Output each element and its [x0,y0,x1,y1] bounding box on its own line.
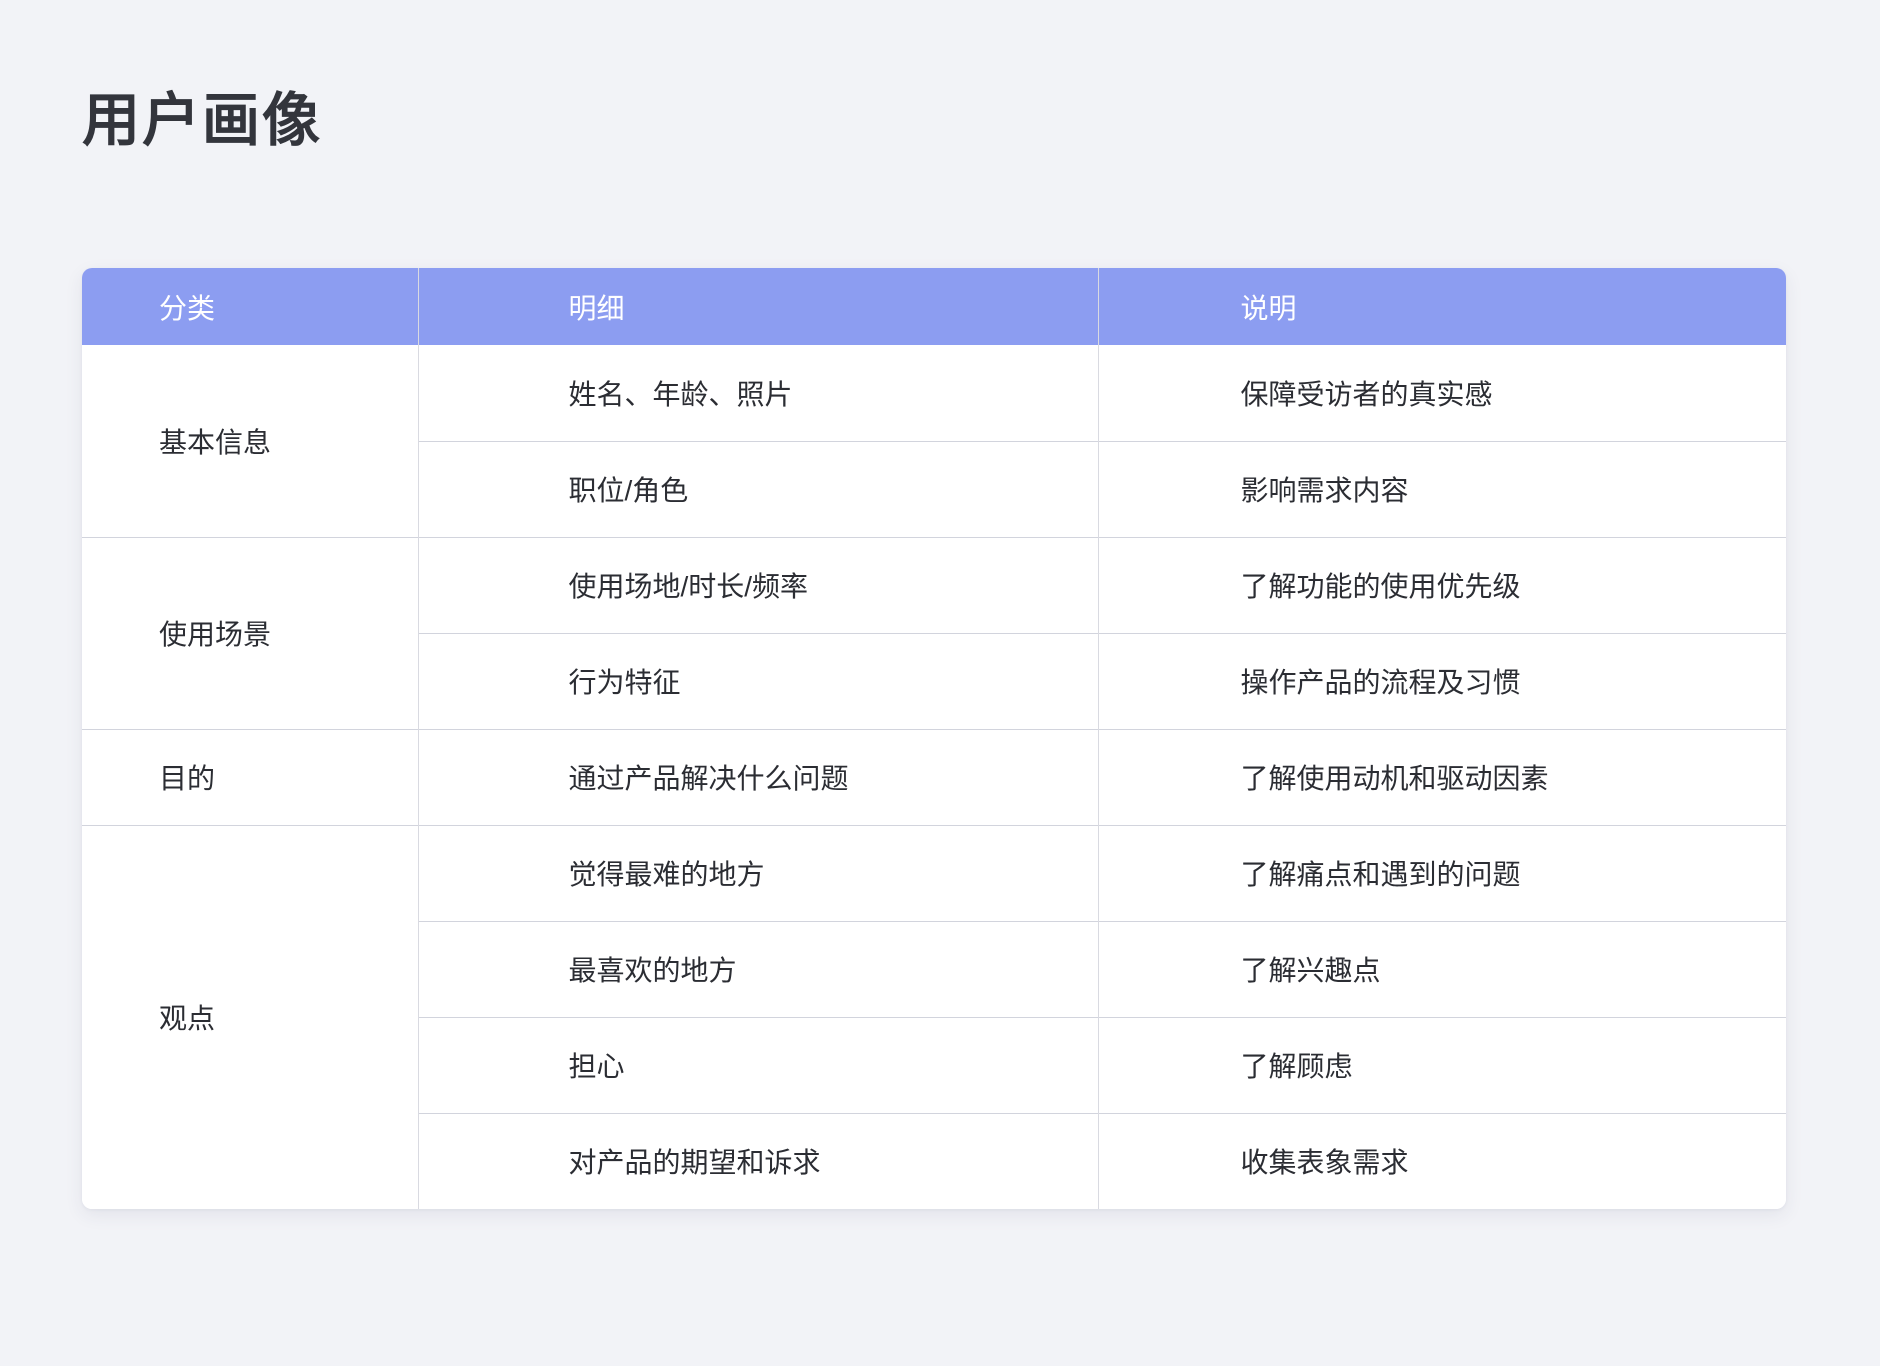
table-body: 基本信息 姓名、年龄、照片 保障受访者的真实感 职位/角色 影响需求内容 使用场… [82,345,1786,1209]
detail-cell: 通过产品解决什么问题 [418,729,1098,825]
table-row: 基本信息 姓名、年龄、照片 保障受访者的真实感 [82,345,1786,441]
category-cell: 观点 [82,825,418,1209]
page-content: 用户画像 分类 明细 说明 基本信息 姓名、年龄、照片 保障受访 [0,92,1880,1209]
table-header: 分类 明细 说明 [82,268,1786,345]
note-cell: 了解兴趣点 [1098,921,1786,1017]
detail-cell: 觉得最难的地方 [418,825,1098,921]
detail-cell: 职位/角色 [418,441,1098,537]
detail-cell: 对产品的期望和诉求 [418,1113,1098,1209]
category-cell: 目的 [82,729,418,825]
note-cell: 收集表象需求 [1098,1113,1786,1209]
table-row: 观点 觉得最难的地方 了解痛点和遇到的问题 [82,825,1786,921]
note-cell: 了解痛点和遇到的问题 [1098,825,1786,921]
detail-cell: 使用场地/时长/频率 [418,537,1098,633]
persona-table-card: 分类 明细 说明 基本信息 姓名、年龄、照片 保障受访者的真实感 职位/角色 影… [82,268,1786,1209]
table-row: 使用场景 使用场地/时长/频率 了解功能的使用优先级 [82,537,1786,633]
detail-cell: 担心 [418,1017,1098,1113]
note-cell: 操作产品的流程及习惯 [1098,633,1786,729]
note-cell: 了解功能的使用优先级 [1098,537,1786,633]
column-header-note: 说明 [1098,268,1786,345]
table-row: 目的 通过产品解决什么问题 了解使用动机和驱动因素 [82,729,1786,825]
note-cell: 了解顾虑 [1098,1017,1786,1113]
header-row: 分类 明细 说明 [82,268,1786,345]
column-header-detail: 明细 [418,268,1098,345]
column-header-category: 分类 [82,268,418,345]
persona-table: 分类 明细 说明 基本信息 姓名、年龄、照片 保障受访者的真实感 职位/角色 影… [82,268,1786,1209]
note-cell: 了解使用动机和驱动因素 [1098,729,1786,825]
detail-cell: 姓名、年龄、照片 [418,345,1098,441]
category-cell: 使用场景 [82,537,418,729]
category-cell: 基本信息 [82,345,418,537]
note-cell: 影响需求内容 [1098,441,1786,537]
detail-cell: 最喜欢的地方 [418,921,1098,1017]
note-cell: 保障受访者的真实感 [1098,345,1786,441]
page-title: 用户画像 [82,92,1786,150]
detail-cell: 行为特征 [418,633,1098,729]
